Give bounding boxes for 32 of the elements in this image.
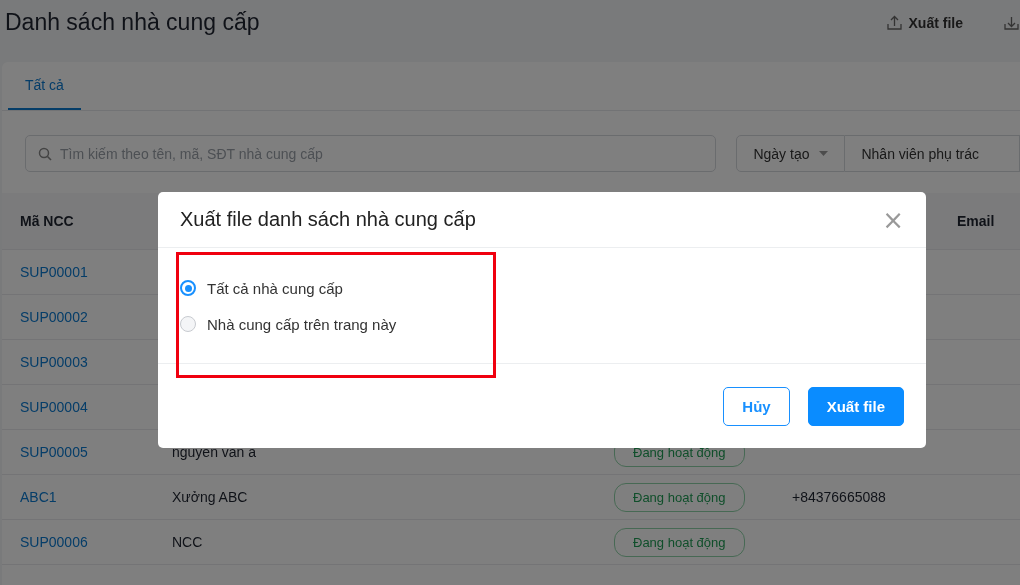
supplier-code-link[interactable]: SUP00003 — [20, 354, 88, 370]
filter-dropdown[interactable]: Nhân viên phụ trác — [845, 135, 1020, 172]
status-badge: Đang hoạt động — [614, 527, 745, 557]
export-button[interactable]: Xuất file — [885, 14, 963, 31]
cancel-button[interactable]: Hủy — [723, 387, 790, 426]
supplier-name: NCC — [172, 534, 204, 550]
column-header: Email — [957, 213, 996, 229]
filter-dropdown[interactable]: Ngày tạo — [736, 135, 846, 172]
supplier-code-link[interactable]: SUP00001 — [20, 264, 88, 280]
supplier-code-link[interactable]: SUP00005 — [20, 444, 88, 460]
supplier-name: Xưởng ABC — [172, 489, 249, 505]
supplier-name: nguyen van a — [172, 444, 258, 460]
page-title: Danh sách nhà cung cấp — [5, 9, 261, 36]
phone-number: +84376665088 — [792, 489, 887, 505]
dialog-title: Xuất file danh sách nhà cung cấp — [180, 208, 476, 231]
caret-icon — [819, 151, 829, 156]
status-badge: Đang hoạt động — [614, 482, 745, 512]
radio-label: Nhà cung cấp trên trang này — [207, 315, 397, 333]
upload-icon — [885, 14, 903, 31]
tab[interactable]: Tất cả — [8, 62, 81, 110]
radio-option[interactable]: Nhà cung cấp trên trang này — [180, 314, 397, 334]
radio-label: Tất cả nhà cung cấp — [207, 279, 343, 297]
close-button[interactable]: × — [882, 206, 904, 233]
supplier-code-link[interactable]: SUP00004 — [20, 399, 88, 415]
supplier-code-link[interactable]: ABC1 — [20, 489, 57, 505]
radio-option[interactable]: Tất cả nhà cung cấp — [180, 278, 343, 298]
download-icon — [1003, 14, 1020, 31]
supplier-code-link[interactable]: SUP00002 — [20, 309, 88, 325]
column-header: Mã NCC — [20, 213, 75, 229]
search-icon — [38, 147, 52, 161]
export-confirm-button[interactable]: Xuất file — [807, 387, 904, 426]
supplier-code-link[interactable]: SUP00006 — [20, 534, 88, 550]
